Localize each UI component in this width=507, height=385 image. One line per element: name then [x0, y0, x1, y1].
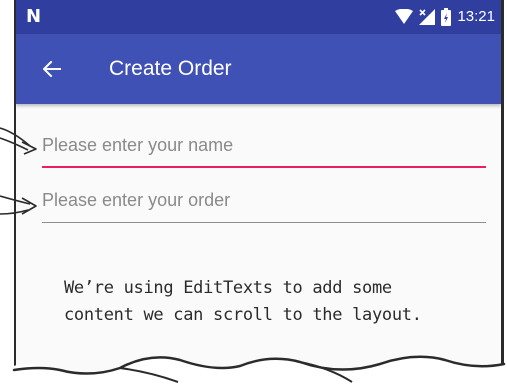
annotation-line-2: content we can scroll to the layout. — [64, 305, 422, 325]
status-icons: 13:21 — [395, 6, 495, 28]
status-bar: N 13:21 — [16, 0, 501, 34]
annotation-line-1: We’re using EditTexts to add some — [64, 278, 392, 298]
page-title: Create Order — [109, 57, 232, 80]
battery-charging-icon — [441, 8, 452, 26]
no-signal-icon — [419, 9, 436, 25]
phone-screen: N 13:21 Create Order Please enter your n… — [14, 0, 504, 385]
order-field[interactable] — [42, 183, 486, 223]
app-bar: Create Order — [16, 34, 501, 104]
wifi-icon — [395, 9, 414, 24]
back-arrow-icon — [43, 61, 61, 77]
annotation-arrow-name — [0, 127, 37, 155]
name-field[interactable] — [42, 128, 486, 168]
screenshot-stage: N 13:21 Create Order Please enter your n… — [0, 0, 507, 385]
notification-logo: N — [26, 6, 42, 27]
annotation-arrow-order — [0, 195, 37, 215]
back-button[interactable] — [36, 53, 68, 85]
status-time: 13:21 — [457, 8, 495, 25]
annotation-note: We’re using EditTexts to add some conten… — [64, 275, 422, 329]
